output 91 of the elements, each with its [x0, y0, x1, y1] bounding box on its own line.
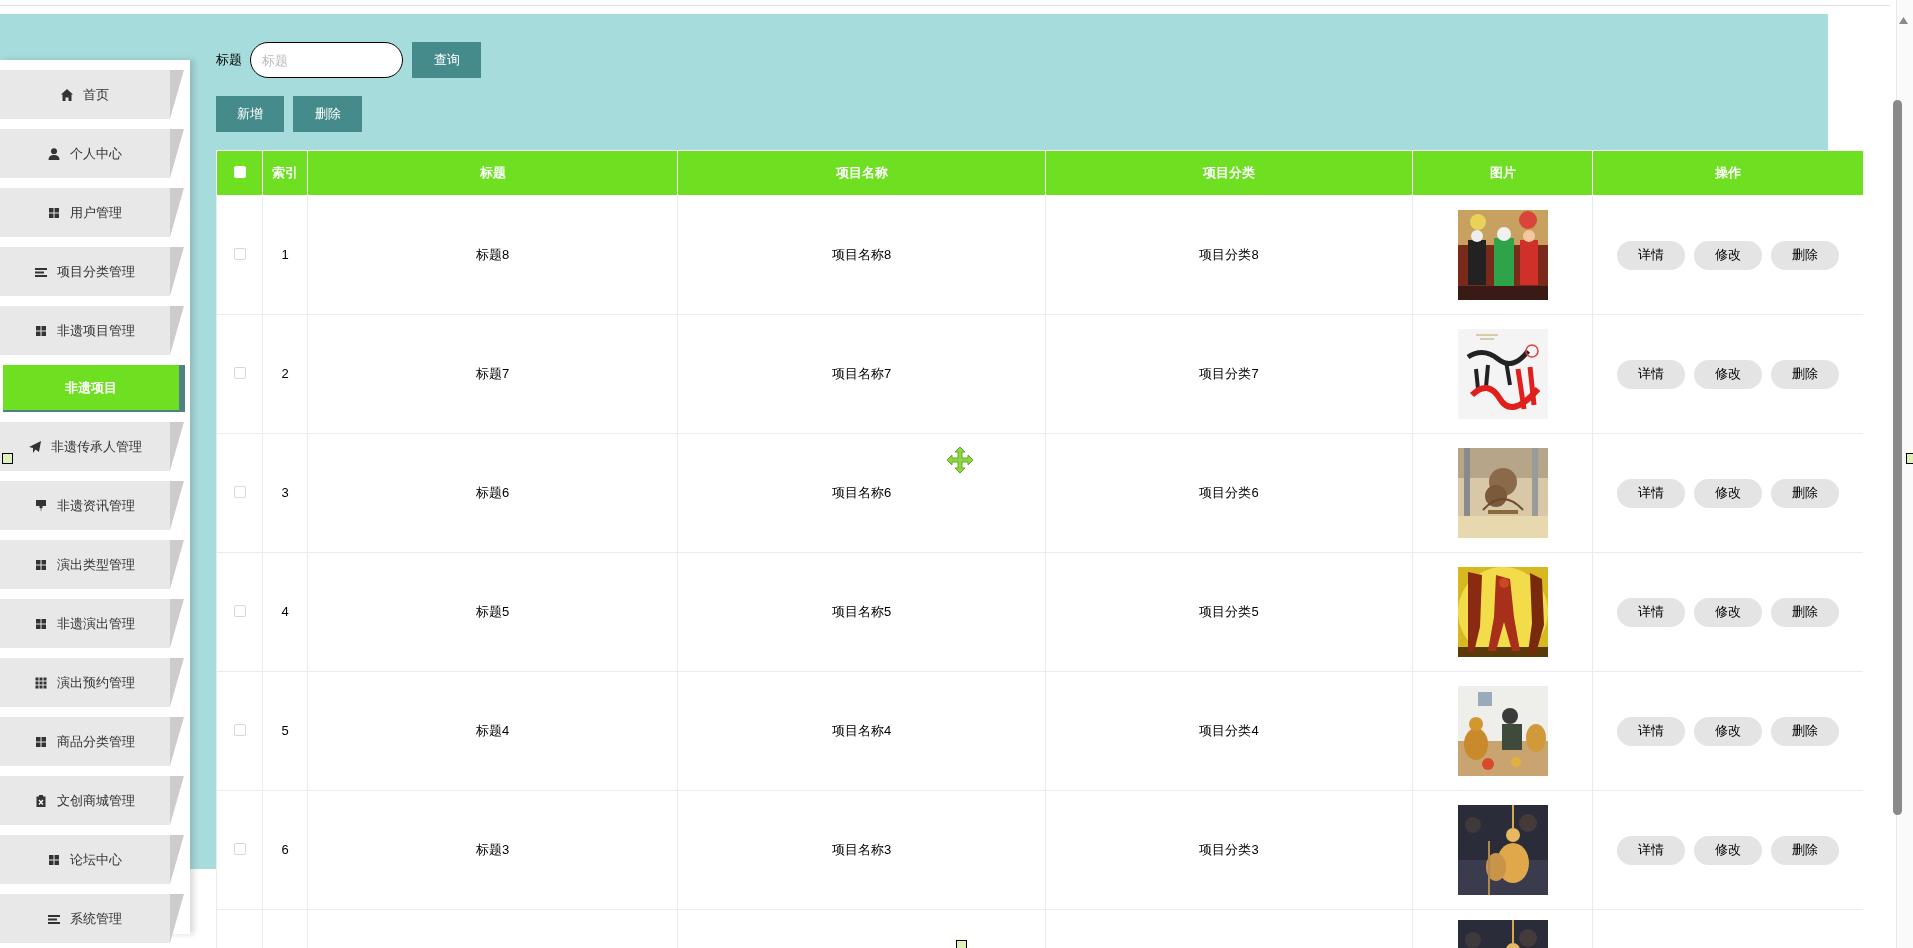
column-header: 标题	[307, 150, 678, 196]
clipboard-icon	[35, 794, 47, 807]
sidebar-item[interactable]: 系统管理	[0, 894, 184, 943]
sidebar-item[interactable]: 非遗项目管理	[0, 306, 184, 355]
grid-icon	[35, 324, 47, 337]
checkbox[interactable]	[233, 486, 246, 498]
table-cell: 项目分类8	[1199, 247, 1259, 263]
sidebar-item[interactable]: 首页	[0, 70, 184, 119]
column-header: 项目分类	[1045, 150, 1413, 196]
table-cell: 项目分类6	[1199, 485, 1259, 501]
sidebar-item[interactable]: 项目分类管理	[0, 247, 184, 296]
detail-button[interactable]: 详情	[1617, 835, 1685, 865]
table-cell: 项目名称8	[831, 247, 892, 263]
grid-icon	[35, 558, 47, 571]
table-cell: 2	[281, 366, 289, 382]
grid-icon	[48, 206, 60, 219]
checkbox[interactable]	[233, 248, 246, 260]
detail-button[interactable]: 详情	[1617, 359, 1685, 389]
sidebar-item[interactable]: 文创商城管理	[0, 776, 184, 825]
detail-button[interactable]: 详情	[1617, 597, 1685, 627]
table-cell: 项目名称5	[831, 604, 892, 620]
paper-plane-icon	[28, 440, 41, 453]
scrollbar-thumb[interactable]	[1893, 100, 1902, 815]
edit-button[interactable]: 修改	[1694, 716, 1762, 746]
column-header: 项目名称	[677, 150, 1046, 196]
table-cell: 1	[281, 247, 289, 263]
checkbox[interactable]	[233, 605, 246, 617]
checkbox[interactable]	[233, 843, 246, 855]
list-icon	[35, 265, 47, 278]
delete-button[interactable]: 删除	[293, 96, 362, 132]
sidebar-item[interactable]: 演出预约管理	[0, 658, 184, 707]
sidebar-item[interactable]: 非遗传承人管理	[0, 422, 184, 471]
delete-button[interactable]: 删除	[1771, 240, 1839, 270]
delete-button[interactable]: 删除	[1771, 835, 1839, 865]
delete-button[interactable]: 删除	[1771, 597, 1839, 627]
table-cell: 项目分类5	[1199, 604, 1259, 620]
edit-button[interactable]: 修改	[1694, 835, 1762, 865]
table-cell: 标题7	[475, 366, 510, 382]
sidebar-item[interactable]: 非遗资讯管理	[0, 481, 184, 530]
scroll-up-icon[interactable]	[1899, 17, 1908, 24]
list-icon	[48, 912, 60, 925]
sidebar-item[interactable]: 演出类型管理	[0, 540, 184, 589]
detail-button[interactable]: 详情	[1617, 716, 1685, 746]
search-button[interactable]: 查询	[412, 42, 481, 78]
sidebar-item[interactable]: 论坛中心	[0, 835, 184, 884]
edit-button[interactable]: 修改	[1694, 478, 1762, 508]
grid-icon	[35, 617, 47, 630]
grid-icon	[35, 676, 47, 689]
edit-button[interactable]: 修改	[1694, 240, 1762, 270]
add-button[interactable]: 新增	[216, 96, 284, 132]
home-icon	[61, 88, 73, 101]
sidebar-item[interactable]: 商品分类管理	[0, 717, 184, 766]
table-cell: 4	[281, 604, 289, 620]
edit-button[interactable]: 修改	[1694, 359, 1762, 389]
checkbox[interactable]	[233, 367, 246, 379]
column-header: 操作	[1592, 150, 1863, 196]
user-icon	[48, 147, 60, 160]
sidebar-item[interactable]: 非遗演出管理	[0, 599, 184, 648]
table-cell: 项目名称3	[831, 842, 892, 858]
table-cell: 项目名称7	[831, 366, 892, 382]
table-cell: 标题3	[475, 842, 510, 858]
sidebar-item[interactable]: 用户管理	[0, 188, 184, 237]
delete-button[interactable]: 删除	[1771, 716, 1839, 746]
delete-button[interactable]: 删除	[1771, 359, 1839, 389]
grid-icon	[35, 735, 47, 748]
resize-handle[interactable]	[956, 940, 967, 948]
table-cell: 项目名称6	[831, 485, 892, 501]
search-field[interactable]: 标题	[250, 42, 403, 78]
table-cell: 标题5	[475, 604, 510, 620]
table-cell: 项目名称4	[831, 723, 892, 739]
table-cell: 项目分类3	[1199, 842, 1259, 858]
grid-icon	[48, 853, 60, 866]
checkbox[interactable]	[233, 724, 246, 736]
resize-handle[interactable]	[2, 453, 13, 464]
table-cell: 标题4	[475, 723, 510, 739]
detail-button[interactable]: 详情	[1617, 478, 1685, 508]
table-cell: 标题8	[475, 247, 510, 263]
detail-button[interactable]: 详情	[1617, 240, 1685, 270]
delete-button[interactable]: 删除	[1771, 478, 1839, 508]
column-header: 索引	[262, 150, 308, 196]
table-cell: 项目分类7	[1199, 366, 1259, 382]
table-cell: 项目分类4	[1199, 723, 1259, 739]
table-cell: 标题6	[475, 485, 510, 501]
search-label: 标题	[216, 51, 242, 70]
table-cell: 5	[281, 723, 289, 739]
table-cell: 6	[281, 842, 289, 858]
table-cell: 3	[281, 485, 289, 501]
move-icon	[946, 446, 974, 474]
edit-button[interactable]: 修改	[1694, 597, 1762, 627]
sidebar-item[interactable]: 个人中心	[0, 129, 184, 178]
column-header: 图片	[1412, 150, 1593, 196]
